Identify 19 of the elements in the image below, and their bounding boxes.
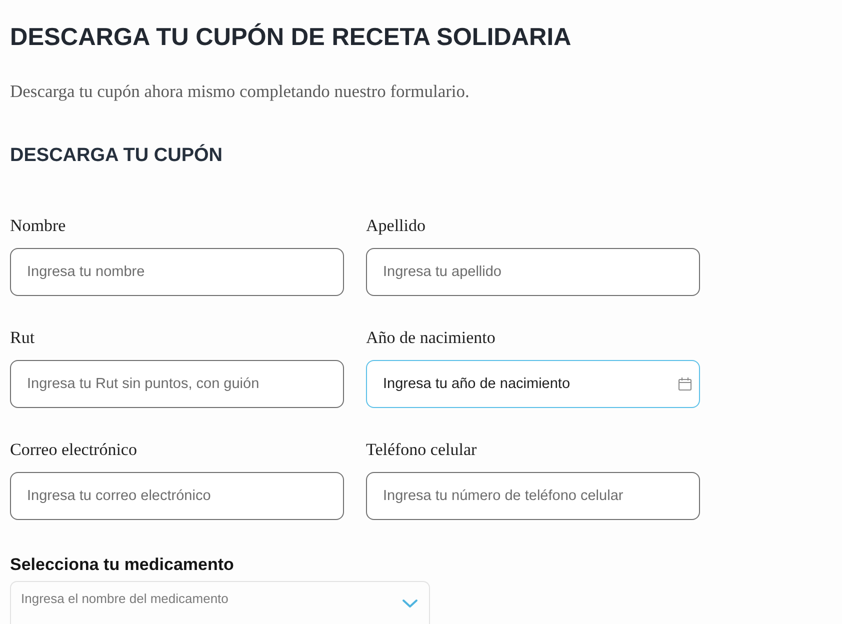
date-input-field[interactable]: Ingresa tu año de nacimiento [366, 360, 700, 408]
field-label: Nombre [10, 216, 66, 236]
field-label: Apellido [366, 216, 426, 236]
text-input-field[interactable]: Ingresa tu apellido [366, 248, 700, 296]
field-label: Año de nacimiento [366, 328, 496, 348]
field-label: Teléfono celular [366, 440, 477, 460]
field-label: Rut [10, 328, 35, 348]
intro-text: Descarga tu cupón ahora mismo completando nuestro formulario. [10, 80, 470, 102]
chevron-down-icon [402, 599, 418, 608]
medication-dropdown[interactable]: Ingresa el nombre del medicamento [10, 581, 430, 624]
section-heading: DESCARGA TU CUPÓN [10, 143, 223, 168]
calendar-icon [678, 377, 692, 391]
text-input-field[interactable]: Ingresa tu número de teléfono celular [366, 472, 700, 520]
text-input-field[interactable]: Ingresa tu nombre [10, 248, 344, 296]
page-title: DESCARGA TU CUPÓN DE RECETA SOLIDARIA [10, 22, 572, 53]
dropdown-label: Selecciona tu medicamento [10, 554, 234, 576]
text-input-field[interactable]: Ingresa tu Rut sin puntos, con guión [10, 360, 344, 408]
text-input-field[interactable]: Ingresa tu correo electrónico [10, 472, 344, 520]
field-label: Correo electrónico [10, 440, 137, 460]
